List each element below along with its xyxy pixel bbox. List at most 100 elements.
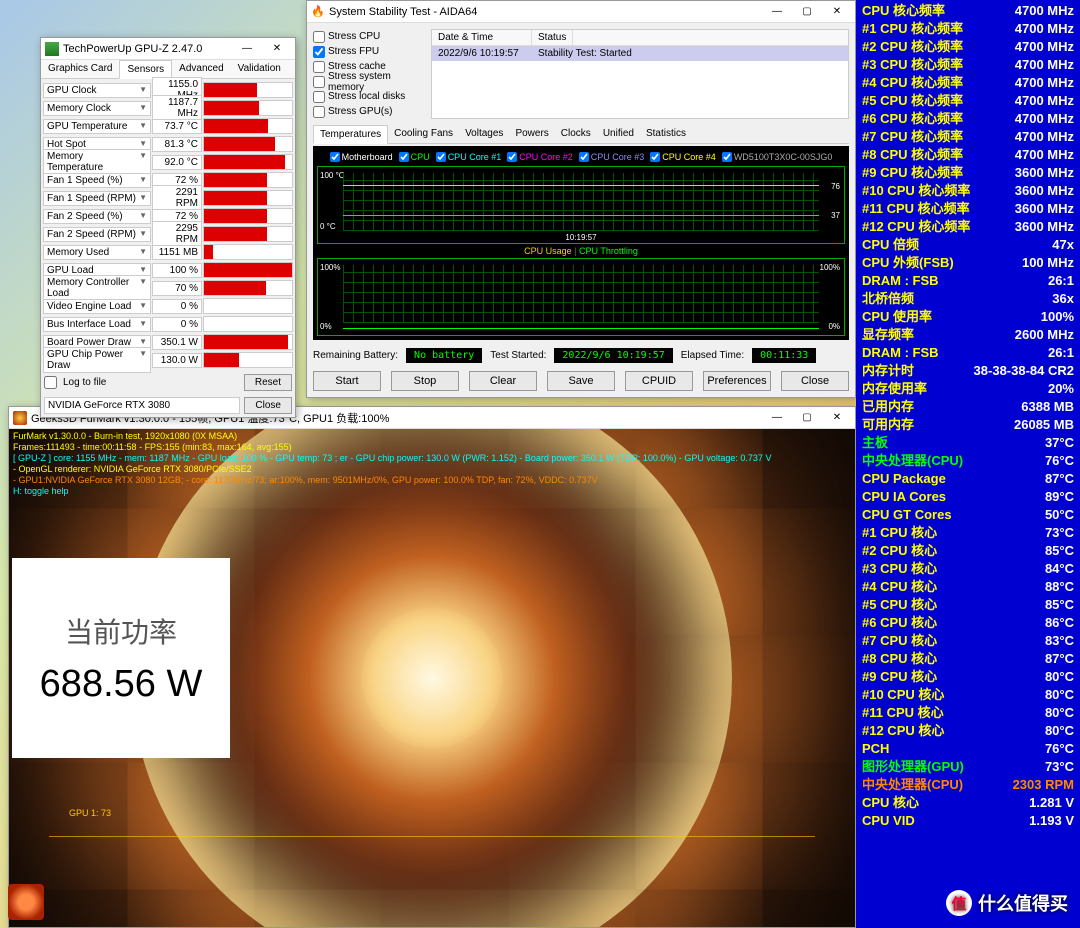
gpuz-tab-advanced[interactable]: Advanced — [172, 60, 230, 78]
minimize-button[interactable]: — — [233, 40, 261, 58]
legend-checkbox[interactable] — [399, 152, 409, 162]
gpuz-titlebar[interactable]: TechPowerUp GPU-Z 2.47.0 — ✕ — [41, 38, 295, 60]
close-button[interactable]: ✕ — [263, 40, 291, 58]
gpuz-tab-validation[interactable]: Validation — [231, 60, 288, 78]
osd-row: #3 CPU 核心84°C — [862, 560, 1074, 578]
sensor-bar — [203, 208, 293, 224]
osd-name: #1 CPU 核心频率 — [862, 20, 963, 38]
close-button[interactable]: ✕ — [823, 3, 851, 21]
aida-subtab-statistics[interactable]: Statistics — [640, 125, 692, 143]
sensor-label[interactable]: Memory Temperature▼ — [43, 149, 151, 175]
cpuid-button[interactable]: CPUID — [625, 371, 693, 391]
osd-name: #4 CPU 核心 — [862, 578, 937, 596]
sensor-label[interactable]: Memory Clock▼ — [43, 101, 151, 116]
stress-checkbox[interactable] — [313, 61, 325, 73]
legend-checkbox[interactable] — [650, 152, 660, 162]
sensor-value[interactable]: 70 % — [152, 281, 202, 296]
temp-legend: MotherboardCPUCPU Core #1CPU Core #2CPU … — [317, 150, 845, 166]
maximize-button[interactable]: ▢ — [793, 409, 821, 427]
sensor-value[interactable]: 0 % — [152, 317, 202, 332]
clear-button[interactable]: Clear — [469, 371, 537, 391]
temp-annot-76: 76 — [831, 182, 840, 191]
log-to-file-checkbox[interactable] — [44, 376, 57, 389]
minimize-button[interactable]: — — [763, 409, 791, 427]
legend-checkbox[interactable] — [330, 152, 340, 162]
sensor-value[interactable]: 0 % — [152, 299, 202, 314]
close-button[interactable]: ✕ — [823, 409, 851, 427]
sensor-value[interactable]: 81.3 °C — [152, 137, 202, 152]
save-button[interactable]: Save — [547, 371, 615, 391]
legend-checkbox[interactable] — [507, 152, 517, 162]
stress-checkbox[interactable] — [313, 31, 325, 43]
aida-subtab-temperatures[interactable]: Temperatures — [313, 125, 388, 144]
elapsed-label: Elapsed Time: — [681, 350, 744, 361]
sensor-label[interactable]: Bus Interface Load▼ — [43, 317, 151, 332]
osd-row: 主板37°C — [862, 434, 1074, 452]
aida-subtab-powers[interactable]: Powers — [509, 125, 554, 143]
osd-row: #2 CPU 核心85°C — [862, 542, 1074, 560]
stress-option: Stress system memory — [313, 74, 423, 89]
sensor-label[interactable]: Memory Controller Load▼ — [43, 275, 151, 301]
osd-name: #3 CPU 核心频率 — [862, 56, 963, 74]
log-date: 2022/9/6 10:19:57 — [432, 46, 532, 61]
close-button[interactable]: Close — [781, 371, 849, 391]
stress-checkbox[interactable] — [313, 106, 325, 118]
osd-name: 图形处理器(GPU) — [862, 758, 964, 776]
sensor-label[interactable]: Fan 1 Speed (RPM)▼ — [43, 191, 151, 206]
aida-subtab-clocks[interactable]: Clocks — [555, 125, 597, 143]
sensor-value[interactable]: 2291 RPM — [152, 185, 202, 211]
sensor-label[interactable]: Video Engine Load▼ — [43, 299, 151, 314]
legend-checkbox[interactable] — [579, 152, 589, 162]
sensor-label[interactable]: GPU Temperature▼ — [43, 119, 151, 134]
remaining-value: No battery — [406, 348, 482, 363]
sensor-value[interactable]: 73.7 °C — [152, 119, 202, 134]
temp-axis-lo: 0 °C — [320, 222, 336, 231]
legend-item: Motherboard — [330, 152, 393, 162]
sensor-value[interactable]: 1187.7 MHz — [152, 95, 202, 121]
maximize-button[interactable]: ▢ — [793, 3, 821, 21]
sensor-value[interactable]: 2295 RPM — [152, 221, 202, 247]
sensor-label[interactable]: Fan 2 Speed (%)▼ — [43, 209, 151, 224]
sensor-label[interactable]: Fan 2 Speed (RPM)▼ — [43, 227, 151, 242]
gpu-select[interactable]: NVIDIA GeForce RTX 3080 — [44, 397, 240, 414]
sensor-value[interactable]: 100 % — [152, 263, 202, 278]
stress-checkbox[interactable] — [313, 76, 325, 88]
preferences-button[interactable]: Preferences — [703, 371, 771, 391]
osd-name: #10 CPU 核心频率 — [862, 182, 970, 200]
stress-option: Stress GPU(s) — [313, 104, 423, 119]
reset-button[interactable]: Reset — [244, 374, 292, 391]
osd-row: 内存计时38-38-38-84 CR2 — [862, 362, 1074, 380]
sensor-value[interactable]: 350.1 W — [152, 335, 202, 350]
osd-row: CPU 核心1.281 V — [862, 794, 1074, 812]
aida-subtab-voltages[interactable]: Voltages — [459, 125, 509, 143]
osd-name: #6 CPU 核心 — [862, 614, 937, 632]
legend-checkbox[interactable] — [722, 152, 732, 162]
aida-subtab-unified[interactable]: Unified — [597, 125, 640, 143]
osd-name: CPU 外频(FSB) — [862, 254, 954, 272]
furmark-taskbar-icon[interactable] — [8, 884, 44, 920]
gpuz-tab-graphics-card[interactable]: Graphics Card — [41, 60, 119, 78]
close-button-footer[interactable]: Close — [244, 397, 292, 414]
sensor-label[interactable]: Fan 1 Speed (%)▼ — [43, 173, 151, 188]
sensor-value[interactable]: 92.0 °C — [152, 155, 202, 170]
aida-titlebar[interactable]: 🔥 System Stability Test - AIDA64 — ▢ ✕ — [307, 1, 855, 23]
stress-checkbox[interactable] — [313, 91, 325, 103]
minimize-button[interactable]: — — [763, 3, 791, 21]
osd-name: CPU Package — [862, 470, 946, 488]
start-button[interactable]: Start — [313, 371, 381, 391]
sensor-bar — [203, 100, 293, 116]
osd-name: #1 CPU 核心 — [862, 524, 937, 542]
osd-value: 4700 MHz — [1015, 20, 1074, 38]
stop-button[interactable]: Stop — [391, 371, 459, 391]
sensor-label[interactable]: GPU Chip Power Draw▼ — [43, 347, 151, 373]
osd-value: 3600 MHz — [1015, 200, 1074, 218]
stress-checkbox[interactable] — [313, 46, 325, 58]
legend-checkbox[interactable] — [436, 152, 446, 162]
sensor-bar — [203, 136, 293, 152]
sensor-value[interactable]: 1151 MB — [152, 245, 202, 260]
osd-value: 3600 MHz — [1015, 182, 1074, 200]
sensor-label[interactable]: Memory Used▼ — [43, 245, 151, 260]
sensor-label[interactable]: GPU Clock▼ — [43, 83, 151, 98]
aida-subtab-cooling fans[interactable]: Cooling Fans — [388, 125, 459, 143]
sensor-value[interactable]: 130.0 W — [152, 353, 202, 368]
